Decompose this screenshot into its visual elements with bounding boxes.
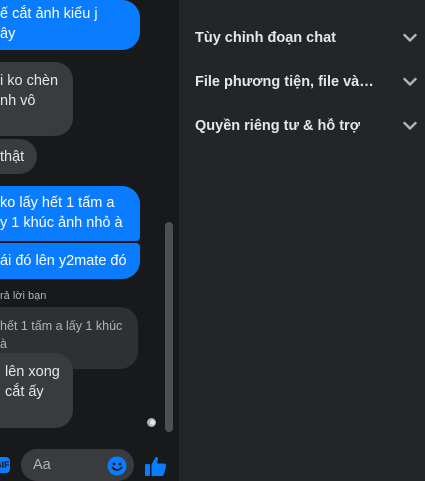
section-privacy-support[interactable]: Quyền riêng tư & hỗ trợ (195, 111, 417, 141)
gif-icon[interactable]: GIF (0, 457, 10, 473)
message-text: lên xong (5, 364, 60, 380)
message-text: ây (0, 26, 16, 42)
message-text: ái đó lên y2mate đó (0, 253, 127, 269)
section-media-files[interactable]: File phương tiện, file và ... (195, 67, 417, 97)
emoji-icon[interactable] (107, 456, 127, 476)
chevron-down-icon (403, 77, 417, 86)
message-text: y 1 khúc ảnh nhỏ à (0, 215, 123, 231)
section-customize-chat[interactable]: Tùy chỉnh đoạn chat (195, 23, 417, 53)
message-text: ế cắt ảnh kiểu j (0, 6, 98, 22)
thumbs-up-icon[interactable] (144, 455, 168, 477)
message-bubble[interactable]: ái đó lên y2mate đó (0, 243, 140, 279)
section-label: Tùy chỉnh đoạn chat (195, 30, 336, 46)
message-bubble[interactable]: ế cắt ảnh kiểu j ây (0, 0, 140, 50)
message-input[interactable] (33, 455, 103, 475)
seen-avatar (145, 416, 158, 429)
message-text: cắt ấy (5, 384, 44, 400)
quoted-text: à (0, 337, 7, 351)
chat-scrollbar[interactable] (165, 222, 173, 432)
message-text: nh vô (0, 93, 36, 109)
section-label: File phương tiện, file và ... (195, 74, 375, 90)
section-label: Quyền riêng tư & hỗ trợ (195, 118, 361, 134)
chat-pane: ế cắt ảnh kiểu j ây i ko chèn nh vô thật… (0, 0, 179, 481)
message-bubble[interactable]: i ko chèn nh vô (0, 62, 73, 136)
chevron-down-icon (403, 121, 417, 130)
reply-note: rả lời bạn (0, 290, 47, 302)
message-text: i ko chèn (0, 73, 59, 89)
message-text: ko lấy hết 1 tấm a (0, 195, 115, 211)
message-text: thật (0, 149, 25, 165)
message-bubble[interactable]: ko lấy hết 1 tấm a y 1 khúc ảnh nhỏ à (0, 186, 140, 241)
quoted-text: hết 1 tấm a lấy 1 khúc (0, 319, 123, 333)
chat-info-panel: Tùy chỉnh đoạn chat File phương tiện, fi… (179, 0, 425, 481)
message-bubble[interactable]: thật (0, 139, 37, 174)
message-bubble[interactable]: lên xong cắt ấy (0, 353, 73, 428)
chevron-down-icon (403, 33, 417, 42)
